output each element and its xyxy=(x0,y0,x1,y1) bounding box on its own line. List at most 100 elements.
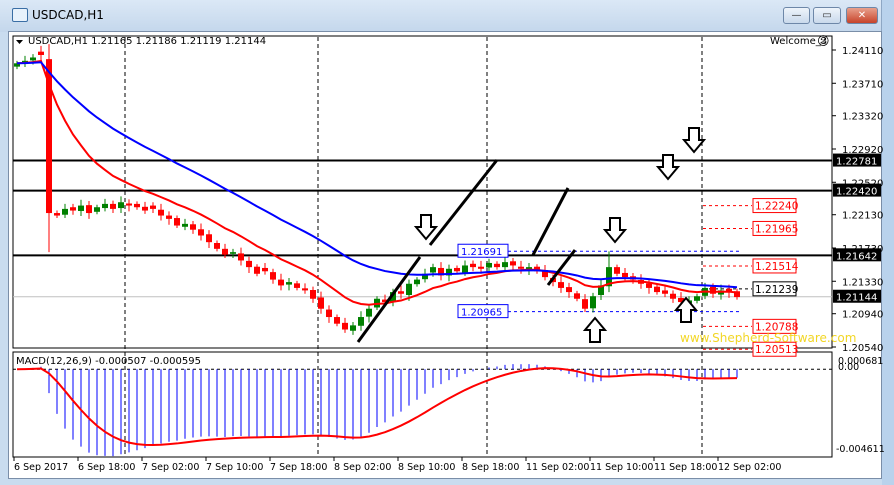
trend-line[interactable] xyxy=(356,256,422,343)
watermark: www.Shepherd-Software.com xyxy=(680,331,856,345)
candle-body xyxy=(118,202,124,209)
candle-body xyxy=(30,57,36,61)
x-tick-label: 11 Sep 18:00 xyxy=(654,462,717,473)
candle-body xyxy=(262,267,268,272)
candle-body xyxy=(646,283,652,288)
price-tag-label: 1.22781 xyxy=(836,157,877,168)
x-tick-label: 7 Sep 10:00 xyxy=(206,462,263,473)
candle-body xyxy=(278,279,284,286)
candle-body xyxy=(558,282,564,288)
candle-body xyxy=(142,206,148,211)
trend-line[interactable] xyxy=(428,159,499,246)
candle-body xyxy=(510,261,516,266)
macd-min-label: -0.004611 xyxy=(836,444,885,455)
macd-pane-frame xyxy=(12,351,833,458)
candle-body xyxy=(230,252,236,254)
price-tag-label: 1.21642 xyxy=(836,251,877,262)
x-tick-label: 7 Sep 02:00 xyxy=(142,462,199,473)
x-tick-label: 6 Sep 2017 xyxy=(14,462,68,473)
candle-body xyxy=(622,272,628,278)
candle-body xyxy=(454,267,460,272)
arrow-down-icon[interactable] xyxy=(413,214,439,241)
trend-line[interactable] xyxy=(531,187,570,256)
candle-body xyxy=(174,218,180,226)
y-tick-label: 1.21330 xyxy=(842,277,883,288)
candle-body xyxy=(334,317,340,324)
arrow-down-icon[interactable] xyxy=(681,127,707,154)
candle-body xyxy=(566,287,572,293)
candle-body xyxy=(214,243,220,249)
candle-body xyxy=(502,262,508,268)
candle-body xyxy=(182,223,188,227)
candle-body xyxy=(494,263,500,268)
x-tick-label: 8 Sep 18:00 xyxy=(462,462,519,473)
candle-body xyxy=(470,263,476,268)
target-label: 1.21239 xyxy=(755,284,798,296)
x-tick-label: 12 Sep 02:00 xyxy=(718,462,781,473)
candle-body xyxy=(406,283,412,295)
candle-body xyxy=(430,267,436,273)
candle-body xyxy=(254,266,260,274)
y-tick-label: 1.23710 xyxy=(842,79,883,90)
candle-body xyxy=(86,205,92,214)
candle-body xyxy=(134,203,140,208)
candle-body xyxy=(670,293,676,299)
collapse-triangle-icon[interactable] xyxy=(16,40,23,44)
current-price-label: 1.21144 xyxy=(836,293,877,304)
candle-body xyxy=(414,279,420,285)
candle-body xyxy=(590,296,596,309)
y-tick-label: 1.24110 xyxy=(842,46,883,57)
price-tag-label: 1.22420 xyxy=(836,187,877,198)
candle-body xyxy=(38,51,44,55)
candle-body xyxy=(398,291,404,294)
x-tick-label: 11 Sep 02:00 xyxy=(526,462,589,473)
target-label: 1.21965 xyxy=(755,223,798,235)
candle-body xyxy=(350,325,356,331)
arrow-down-icon[interactable] xyxy=(655,154,681,181)
arrow-down-icon[interactable] xyxy=(602,217,628,244)
candle-body xyxy=(326,309,332,318)
macd-zero-label: 0.00 xyxy=(838,362,859,373)
candle-body xyxy=(158,209,164,216)
candle-body xyxy=(342,322,348,330)
y-tick-label: 1.22130 xyxy=(842,211,883,222)
y-tick-label: 1.20940 xyxy=(842,310,883,321)
symbol-ohlc-line: USDCAD,H1 1.21165 1.21186 1.21119 1.2114… xyxy=(28,36,266,47)
candle-body xyxy=(358,317,364,326)
candle-body xyxy=(654,286,660,293)
candle-body xyxy=(366,308,372,317)
candle-body xyxy=(270,272,276,280)
price-chart[interactable]: 1.21691 1.20965 1.22240 1.21965 1.21514 1.212… xyxy=(0,0,894,485)
candle-body xyxy=(294,283,300,288)
candle-body xyxy=(582,299,588,309)
x-tick-label: 11 Sep 10:00 xyxy=(590,462,653,473)
target-label: 1.22240 xyxy=(755,201,798,213)
candle-body xyxy=(198,229,204,236)
candle-body xyxy=(462,265,468,273)
x-tick-label: 7 Sep 18:00 xyxy=(270,462,327,473)
candle-body xyxy=(662,290,668,294)
x-tick-label: 8 Sep 02:00 xyxy=(334,462,391,473)
candle-body xyxy=(150,205,156,209)
main-pane-frame xyxy=(12,35,833,349)
target-label: 1.21514 xyxy=(755,261,799,273)
level-label: 1.21691 xyxy=(461,247,502,258)
candle-body xyxy=(310,290,316,299)
target-label: 1.20513 xyxy=(755,344,798,356)
candle-body xyxy=(190,224,196,230)
x-tick-label: 8 Sep 10:00 xyxy=(398,462,455,473)
candle-body xyxy=(94,207,100,212)
candle-body xyxy=(246,260,252,268)
candle-body xyxy=(70,207,76,211)
candle-body xyxy=(614,267,620,274)
candle-body xyxy=(166,215,172,219)
candle-body xyxy=(102,203,108,209)
x-tick-label: 6 Sep 18:00 xyxy=(78,462,135,473)
arrow-up-icon[interactable] xyxy=(582,316,608,343)
candle-body xyxy=(478,266,484,269)
candle-body xyxy=(110,203,116,209)
candle-body xyxy=(302,288,308,291)
candle-body xyxy=(54,213,60,216)
candle-body xyxy=(126,203,132,206)
candle-body xyxy=(486,262,492,268)
